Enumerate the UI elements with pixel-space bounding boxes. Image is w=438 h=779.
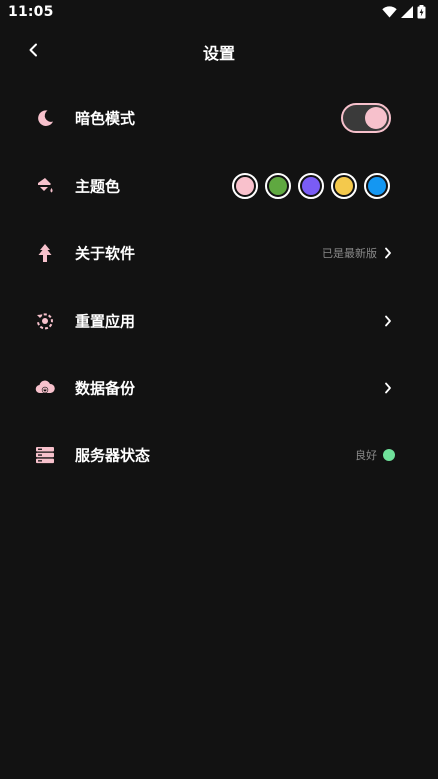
- moon-icon: [34, 107, 56, 129]
- setting-row-about[interactable]: 关于软件 已是最新版: [0, 227, 438, 279]
- version-status: 已是最新版: [322, 247, 377, 260]
- color-swatch[interactable]: [364, 173, 390, 199]
- about-right: 已是最新版: [322, 245, 393, 261]
- toggle-knob: [365, 107, 387, 129]
- backup-right: [383, 382, 393, 394]
- setting-row-dark-mode[interactable]: 暗色模式: [0, 92, 438, 144]
- status-time: 11:05: [8, 4, 54, 20]
- server-status-text: 良好: [355, 449, 377, 462]
- color-swatch[interactable]: [232, 173, 258, 199]
- setting-row-backup[interactable]: 数据备份: [0, 362, 438, 414]
- theme-color-swatches: [232, 173, 390, 199]
- chevron-right-icon: [383, 247, 393, 259]
- cloud-backup-icon: [34, 377, 56, 399]
- cellular-signal-icon: [401, 6, 413, 18]
- setting-label: 主题色: [75, 177, 121, 196]
- page-title: 设置: [202, 44, 235, 63]
- setting-label: 服务器状态: [75, 446, 151, 465]
- system-icons: [382, 5, 426, 19]
- reset-icon: [34, 310, 56, 332]
- setting-row-server-status[interactable]: 服务器状态 良好: [0, 429, 438, 481]
- status-indicator: [383, 449, 395, 461]
- dark-mode-toggle[interactable]: [341, 103, 391, 133]
- chevron-right-icon: [383, 315, 393, 327]
- color-swatch[interactable]: [298, 173, 324, 199]
- wifi-icon: [382, 6, 397, 18]
- server-status-right: 良好: [355, 447, 395, 463]
- paint-bucket-icon: [34, 175, 56, 197]
- setting-row-theme-color: 主题色: [0, 160, 438, 212]
- reset-right: [383, 315, 393, 327]
- settings-screen: 11:05 设置 暗色模式 主题色 关于软件 已是最新版 重置应用 数据备份 服…: [0, 0, 438, 779]
- app-header: 设置: [0, 28, 438, 74]
- setting-label: 重置应用: [75, 312, 136, 331]
- color-swatch[interactable]: [331, 173, 357, 199]
- setting-label: 数据备份: [75, 379, 136, 398]
- chevron-right-icon: [383, 382, 393, 394]
- battery-charging-icon: [417, 5, 426, 19]
- status-bar: 11:05: [0, 0, 438, 24]
- setting-label: 关于软件: [75, 244, 136, 263]
- setting-row-reset[interactable]: 重置应用: [0, 295, 438, 347]
- color-swatch[interactable]: [265, 173, 291, 199]
- tree-icon: [34, 242, 56, 264]
- server-icon: [34, 444, 56, 466]
- setting-label: 暗色模式: [75, 109, 136, 128]
